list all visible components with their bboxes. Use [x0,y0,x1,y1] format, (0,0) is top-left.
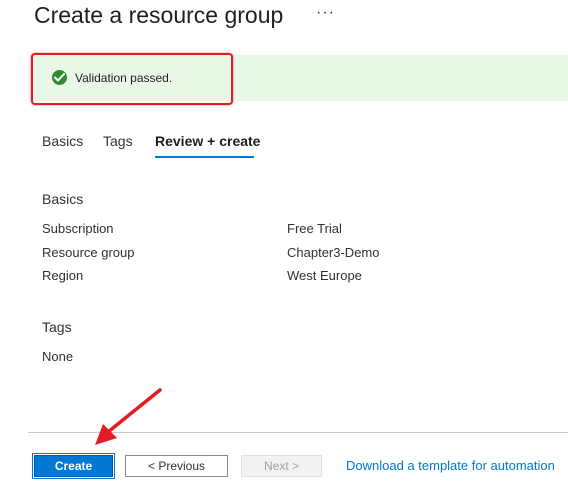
annotation-arrow-icon [95,388,162,445]
previous-button[interactable]: < Previous [125,455,228,477]
create-button[interactable]: Create [32,453,115,479]
download-template-link[interactable]: Download a template for automation [346,458,555,473]
next-button: Next > [241,455,322,477]
